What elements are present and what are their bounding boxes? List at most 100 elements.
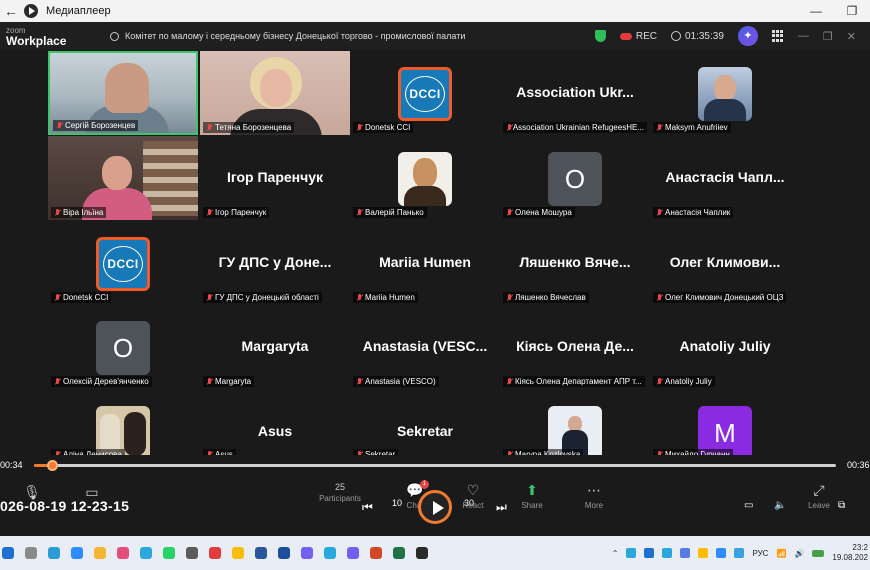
tray-telegram-icon[interactable] [626, 548, 637, 558]
participant-tile[interactable]: O Олена Мошура [500, 136, 650, 220]
maximize-button[interactable]: ❐ [834, 4, 870, 18]
participant-name-label: Anatoliy Juliy [653, 376, 715, 387]
participant-tile[interactable]: Кіясь Олена Де... Кіясь Олена Департамент… [500, 305, 650, 389]
participant-name-label: Валерій Панько [353, 207, 427, 218]
participant-tile[interactable]: Association Ukr... Association Ukrainian … [500, 51, 650, 135]
tray-app-icon[interactable] [644, 548, 655, 558]
participant-tile[interactable]: Віра Ільїна [48, 136, 198, 220]
start-icon[interactable] [2, 547, 14, 559]
participant-tile[interactable]: Margaryta Margaryta [200, 305, 350, 389]
participant-tile[interactable]: DCCI Donetsk CCI [48, 221, 198, 305]
powerpoint-icon[interactable] [370, 547, 382, 559]
info-icon[interactable] [110, 31, 119, 41]
subtitles-icon[interactable]: ▭ [744, 500, 753, 511]
battery-icon[interactable] [812, 549, 825, 557]
wifi-icon[interactable]: 📶 [776, 549, 786, 558]
heart-icon: ♡ [466, 482, 480, 498]
calculator-icon[interactable] [186, 547, 198, 559]
pip-icon[interactable]: ⧉ [838, 500, 845, 511]
recording-indicator[interactable]: REC [619, 31, 657, 42]
excel-icon[interactable] [393, 547, 405, 559]
app-icon[interactable] [117, 547, 129, 559]
search-icon[interactable] [25, 547, 37, 559]
participant-letter-avatar: O [96, 321, 150, 375]
participant-tile[interactable]: ГУ ДПС у Доне... ГУ ДПС у Донецькій облас… [200, 221, 350, 305]
language-indicator[interactable]: РУС [752, 549, 768, 558]
opera-icon[interactable] [209, 547, 221, 559]
participant-tile[interactable]: Тетяна Борозенцева [200, 51, 350, 135]
zoom-restore-button[interactable]: ❐ [823, 30, 833, 43]
share-button[interactable]: ⬆ Share [516, 482, 548, 510]
chrome-icon[interactable] [232, 547, 244, 559]
participant-display-name: Ляшенко Вяче... [519, 254, 631, 270]
viber2-icon[interactable] [347, 547, 359, 559]
mic-muted-icon [656, 208, 663, 217]
participant-tile[interactable]: Аліна Денисова [48, 390, 198, 462]
prev-icon[interactable]: ⏮ [362, 500, 373, 515]
whatsapp-icon[interactable] [163, 547, 175, 559]
volume-icon[interactable]: 🔈 [774, 500, 786, 511]
zoom-brand: zoom Workplace [0, 26, 95, 47]
participant-tile[interactable]: MМихайло Гурчанн [650, 390, 800, 462]
participant-tile[interactable]: Maksym Anufriiev [650, 51, 800, 135]
participant-tile[interactable]: Ігор Паренчук Ігор Паренчук [200, 136, 350, 220]
leave-button[interactable]: ⤢ Leave [804, 482, 834, 510]
video-button[interactable]: ▭ [80, 484, 104, 503]
screen: ← Медиаплеер — ❐ zoom Workplace Комітет … [0, 0, 870, 570]
tray-telegram2-icon[interactable] [662, 548, 673, 558]
participants-button[interactable]: 25 Participants [318, 482, 362, 503]
participants-count: 25 [334, 482, 345, 492]
companion-avatar-icon[interactable]: ✦ [737, 26, 758, 46]
taskbar-date: 19.08.202 [832, 553, 868, 562]
participant-tile[interactable]: Валерій Панько [350, 136, 500, 220]
participant-tile[interactable]: O Олексій Дерев'янченко [48, 305, 198, 389]
taskbar-clock[interactable]: 23:2 19.08.202 [832, 543, 868, 563]
participant-display-name: Олег Климови... [669, 254, 781, 270]
minimize-button[interactable]: — [798, 4, 834, 18]
back-arrow-icon[interactable]: ← [0, 3, 22, 19]
media-player-taskbar-icon[interactable] [416, 547, 428, 559]
participant-tile[interactable]: Anastasia (VESC... Anastasia (VESCO) [350, 305, 500, 389]
mic-muted-icon [206, 293, 213, 302]
zoom-minimize-button[interactable]: — [798, 30, 809, 42]
telegram2-icon[interactable] [324, 547, 336, 559]
participant-tile[interactable]: Mariia Humen Mariia Humen [350, 221, 500, 305]
more-button[interactable]: ⋯ More [578, 482, 610, 510]
viber-icon[interactable] [301, 547, 313, 559]
volume-tray-icon[interactable]: 🔊 [794, 549, 804, 558]
telegram-icon[interactable] [140, 547, 152, 559]
mic-muted-icon [206, 377, 213, 386]
mute-button[interactable]: 🎙 [20, 484, 44, 503]
tray-zoom-icon[interactable] [716, 548, 727, 558]
play-button[interactable] [418, 490, 452, 524]
react-button[interactable]: ♡ React [456, 482, 490, 510]
tray-chrome-icon[interactable] [698, 548, 709, 558]
next-icon[interactable]: ⏭ [496, 500, 507, 515]
zoom-taskbar-icon[interactable] [71, 547, 83, 559]
participant-name-label: Ігор Паренчук [203, 207, 270, 218]
seek-bar[interactable] [34, 460, 836, 471]
participant-tile[interactable]: AsusAsus [200, 390, 350, 462]
tray-app2-icon[interactable] [734, 548, 745, 558]
word2-icon[interactable] [278, 547, 290, 559]
participant-tile[interactable]: Олег Климови... Олег Климович Донецький О… [650, 221, 800, 305]
meeting-info[interactable]: Комітет по малому і середньому бізнесу Д… [110, 31, 465, 41]
participant-tile[interactable]: Сергій Борозенцев [48, 51, 198, 135]
participant-tile[interactable]: SekretarSekretar [350, 390, 500, 462]
participant-tile[interactable]: Анастасія Чапл... Анастасія Чаплик [650, 136, 800, 220]
header-right: REC 01:35:39 ✦ — ❐ ✕ [594, 26, 870, 46]
participant-tile[interactable]: Maryna Kozlovska [500, 390, 650, 462]
seek-knob[interactable] [47, 460, 59, 471]
security-shield-icon[interactable] [594, 30, 606, 42]
zoom-close-button[interactable]: ✕ [847, 30, 856, 43]
tray-copilot-icon[interactable] [680, 548, 691, 558]
edge-icon[interactable] [48, 547, 60, 559]
participant-tile[interactable]: DCCI Donetsk CCI [350, 51, 500, 135]
folder-icon[interactable] [94, 547, 106, 559]
participant-tile[interactable]: Ляшенко Вяче... Ляшенко Вячеслав [500, 221, 650, 305]
media-player-titlebar: ← Медиаплеер — ❐ [0, 0, 870, 22]
tray-chevron-icon[interactable]: ⌃ [612, 549, 619, 558]
participant-tile[interactable]: Anatoliy Juliy Anatoliy Juliy [650, 305, 800, 389]
word-icon[interactable] [255, 547, 267, 559]
gallery-view-icon[interactable] [771, 30, 784, 42]
